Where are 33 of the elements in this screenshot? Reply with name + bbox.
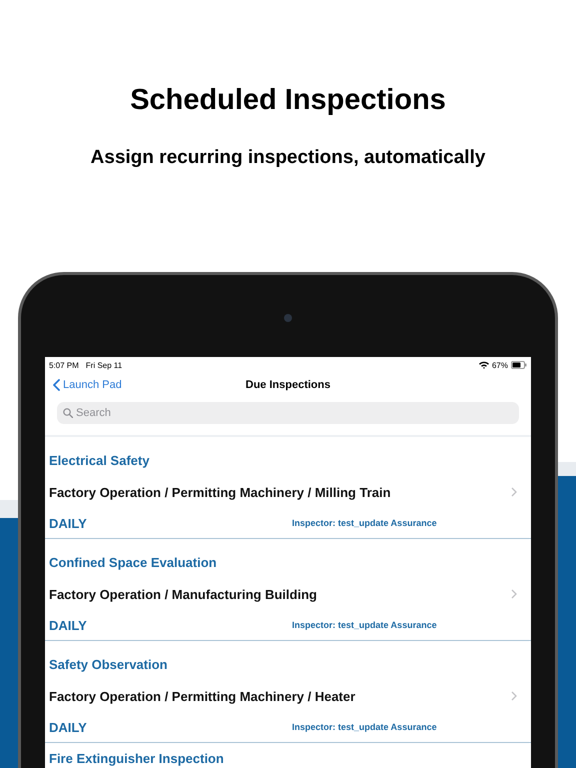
frequency-label: DAILY — [49, 618, 88, 632]
inspection-location: Factory Operation / Permitting Machinery / Milling Train — [49, 484, 391, 500]
chevron-icon — [511, 486, 517, 496]
status-date: Fri Sep 11 — [86, 360, 122, 370]
screen-title: Due Inspections — [246, 379, 330, 391]
chevron-icon — [511, 588, 517, 598]
inspection-row[interactable]: Electrical Safety Factory Operation / Permitting Machinery / Milling Train DAILY Inspector: test_update Assurance — [45, 437, 531, 539]
inspection-title: Confined Space Evaluation — [49, 554, 217, 570]
subheadline: Assign recurring inspections, automatically — [90, 146, 486, 170]
inspector-label: Inspector: test_update Assurance — [292, 722, 437, 732]
inspection-location: Factory Operation / Permitting Machinery / Heater — [49, 688, 356, 704]
inspection-title: Fire Extinguisher Inspection — [49, 751, 224, 767]
back-button[interactable]: Launch Pad — [53, 379, 122, 391]
status-time: 5:07 PM — [49, 360, 79, 370]
camera-icon — [284, 314, 292, 322]
headline: Scheduled Inspections — [130, 83, 446, 118]
inspector-label: Inspector: test_update Assurance — [292, 620, 437, 630]
back-chevron-icon — [53, 379, 60, 391]
battery-percent: 67% — [492, 360, 508, 370]
chevron-icon — [511, 690, 517, 700]
inspection-location: Factory Operation / Manufacturing Building — [49, 586, 317, 602]
frequency-label: DAILY — [49, 516, 88, 530]
wifi-icon — [478, 361, 489, 369]
frequency-label: DAILY — [49, 720, 88, 734]
inspection-row[interactable]: Safety Observation Factory Operation / Permitting Machinery / Heater DAILY Inspector: test_update Assurance — [45, 641, 531, 743]
battery-icon — [511, 361, 527, 369]
inspector-label: Inspector: test_update Assurance — [292, 518, 437, 528]
inspection-row[interactable]: Confined Space Evaluation Factory Operation / Manufacturing Building DAILY Inspector: test_update Assurance — [45, 539, 531, 641]
inspection-title: Electrical Safety — [49, 452, 150, 468]
inspection-row[interactable]: Fire Extinguisher Inspection — [45, 743, 531, 767]
inspection-title: Safety Observation — [49, 656, 168, 672]
search-field[interactable]: Search — [57, 402, 519, 424]
search-icon — [63, 408, 73, 418]
